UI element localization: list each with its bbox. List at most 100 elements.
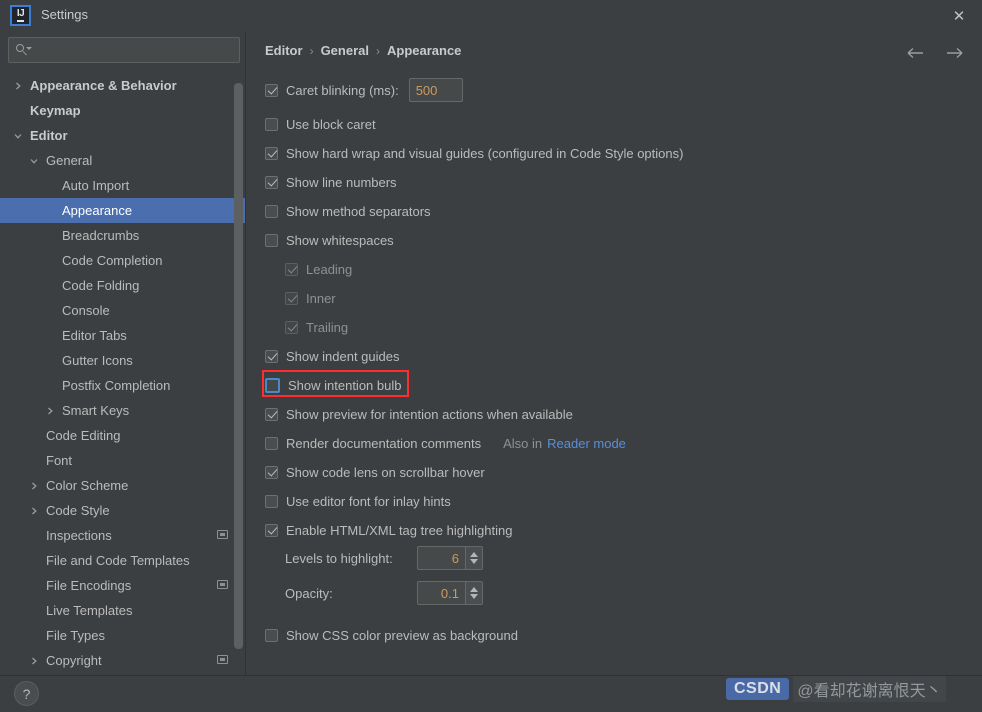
option-enable-html-xml-tag-tree-highlighting[interactable]: Enable HTML/XML tag tree highlighting xyxy=(265,519,512,541)
spinner-levels-to-highlight[interactable] xyxy=(417,546,483,570)
sidebar-item-code-style[interactable]: Code Style xyxy=(0,498,245,523)
sidebar-item-breadcrumbs[interactable]: Breadcrumbs xyxy=(0,223,245,248)
checkbox-caret-blinking-ms[interactable] xyxy=(265,83,278,97)
sidebar-item-appearance[interactable]: Appearance xyxy=(0,198,245,223)
checkbox-show-method-separators[interactable] xyxy=(265,204,278,218)
option-show-preview-for-intention-actions-when-available[interactable]: Show preview for intention actions when … xyxy=(265,403,573,425)
spinner-input-opacity[interactable] xyxy=(418,582,465,604)
sidebar-item-keymap[interactable]: Keymap xyxy=(0,98,245,123)
option-label: Use block caret xyxy=(286,116,376,132)
sidebar-scrollbar-thumb[interactable] xyxy=(234,83,243,649)
spinner-opacity[interactable] xyxy=(417,581,483,605)
checkbox-leading[interactable] xyxy=(285,262,298,276)
spinner-down-icon[interactable] xyxy=(470,559,478,564)
option-show-indent-guides[interactable]: Show indent guides xyxy=(265,345,399,367)
option-opacity[interactable]: Opacity: xyxy=(285,581,483,605)
sidebar-item-font[interactable]: Font xyxy=(0,448,245,473)
checkbox-inner[interactable] xyxy=(285,291,298,305)
option-label: Show preview for intention actions when … xyxy=(286,406,573,422)
sidebar-item-appearance-behavior[interactable]: Appearance & Behavior xyxy=(0,73,245,98)
arrow-right-icon[interactable] xyxy=(944,43,964,63)
checkbox-show-whitespaces[interactable] xyxy=(265,233,278,247)
checkbox-show-intention-bulb[interactable] xyxy=(265,377,280,393)
help-button[interactable]: ? xyxy=(14,681,39,706)
sidebar-item-file-types[interactable]: File Types xyxy=(0,623,245,648)
option-inner[interactable]: Inner xyxy=(285,287,336,309)
sidebar-item-postfix-completion[interactable]: Postfix Completion xyxy=(0,373,245,398)
sidebar-item-code-completion[interactable]: Code Completion xyxy=(0,248,245,273)
breadcrumb-item[interactable]: Editor xyxy=(265,43,303,58)
option-label: Inner xyxy=(306,290,336,306)
checkbox-use-editor-font-for-inlay-hints[interactable] xyxy=(265,494,278,508)
sidebar-item-label: Code Style xyxy=(46,503,110,518)
sidebar-item-editor-tabs[interactable]: Editor Tabs xyxy=(0,323,245,348)
option-show-css-color-preview-as-background[interactable]: Show CSS color preview as background xyxy=(265,624,518,646)
spinner-up-icon[interactable] xyxy=(470,587,478,592)
sidebar-item-copyright[interactable]: Copyright xyxy=(0,648,245,673)
sidebar-item-file-and-code-templates[interactable]: File and Code Templates xyxy=(0,548,245,573)
checkbox-render-documentation-comments[interactable] xyxy=(265,436,278,450)
sidebar-item-code-folding[interactable]: Code Folding xyxy=(0,273,245,298)
sidebar-item-auto-import[interactable]: Auto Import xyxy=(0,173,245,198)
sidebar-item-general[interactable]: General xyxy=(0,148,245,173)
option-show-whitespaces[interactable]: Show whitespaces xyxy=(265,229,394,251)
spinner-buttons[interactable] xyxy=(465,582,482,604)
option-show-line-numbers[interactable]: Show line numbers xyxy=(265,171,397,193)
sidebar-item-label: General xyxy=(46,153,93,168)
option-show-hard-wrap-and-visual-guides-configured-in-code-style-options[interactable]: Show hard wrap and visual guides (config… xyxy=(265,142,683,164)
chevron-down-icon[interactable] xyxy=(12,130,24,142)
sidebar-item-gutter-icons[interactable]: Gutter Icons xyxy=(0,348,245,373)
option-leading[interactable]: Leading xyxy=(285,258,352,280)
checkbox-show-line-numbers[interactable] xyxy=(265,175,278,189)
sidebar-item-smart-keys[interactable]: Smart Keys xyxy=(0,398,245,423)
search-input[interactable] xyxy=(30,43,239,57)
spinner-down-icon[interactable] xyxy=(470,594,478,599)
sidebar-item-inspections[interactable]: Inspections xyxy=(0,523,245,548)
checkbox-show-css-color-preview-as-background[interactable] xyxy=(265,628,278,642)
checkbox-show-indent-guides[interactable] xyxy=(265,349,278,363)
sidebar-item-live-templates[interactable]: Live Templates xyxy=(0,598,245,623)
breadcrumb-item[interactable]: General xyxy=(321,43,369,58)
option-trailing[interactable]: Trailing xyxy=(285,316,348,338)
sidebar-item-console[interactable]: Console xyxy=(0,298,245,323)
arrow-left-icon[interactable] xyxy=(906,43,926,63)
option-levels-to-highlight[interactable]: Levels to highlight: xyxy=(285,546,483,570)
spinner-up-icon[interactable] xyxy=(470,552,478,557)
option-show-method-separators[interactable]: Show method separators xyxy=(265,200,431,222)
sidebar-item-editor[interactable]: Editor xyxy=(0,123,245,148)
sidebar-item-code-editing[interactable]: Code Editing xyxy=(0,423,245,448)
chevron-right-icon[interactable] xyxy=(12,80,24,92)
search-box[interactable] xyxy=(8,37,240,63)
option-label: Show hard wrap and visual guides (config… xyxy=(286,145,684,161)
option-show-code-lens-on-scrollbar-hover[interactable]: Show code lens on scrollbar hover xyxy=(265,461,485,483)
checkbox-show-code-lens-on-scrollbar-hover[interactable] xyxy=(265,465,278,479)
chevron-right-icon[interactable] xyxy=(28,655,40,667)
chevron-down-icon[interactable] xyxy=(28,155,40,167)
watermark-text: @看却花谢离恨天丶 xyxy=(793,676,945,702)
checkbox-enable-html-xml-tag-tree-highlighting[interactable] xyxy=(265,523,278,537)
checkbox-show-preview-for-intention-actions-when-available[interactable] xyxy=(265,407,278,421)
option-show-intention-bulb[interactable]: Show intention bulb xyxy=(265,374,401,396)
option-label: Show method separators xyxy=(286,203,431,219)
option-use-block-caret[interactable]: Use block caret xyxy=(265,113,376,135)
chevron-right-icon[interactable] xyxy=(44,405,56,417)
close-icon[interactable]: ✕ xyxy=(950,7,968,25)
option-caret-blinking-ms[interactable]: Caret blinking (ms): xyxy=(265,78,463,102)
sidebar-item-label: File Types xyxy=(46,628,106,643)
sidebar-item-color-scheme[interactable]: Color Scheme xyxy=(0,473,245,498)
settings-tree: Appearance & Behavior Keymap Editor General… xyxy=(0,73,245,675)
checkbox-trailing[interactable] xyxy=(285,320,298,334)
reader-mode-link[interactable]: Reader mode xyxy=(547,436,626,451)
sidebar-item-file-encodings[interactable]: File Encodings xyxy=(0,573,245,598)
breadcrumb-item[interactable]: Appearance xyxy=(387,43,461,58)
option-use-editor-font-for-inlay-hints[interactable]: Use editor font for inlay hints xyxy=(265,490,451,512)
checkbox-use-block-caret[interactable] xyxy=(265,117,278,131)
input-caret-blinking-ms[interactable] xyxy=(408,78,463,102)
chevron-right-icon[interactable] xyxy=(28,505,40,517)
option-label: Render documentation comments xyxy=(286,435,482,451)
spinner-buttons[interactable] xyxy=(465,547,482,569)
spinner-input-levels-to-highlight[interactable] xyxy=(418,547,465,569)
option-render-documentation-comments[interactable]: Render documentation comments Also in Read… xyxy=(265,432,626,454)
chevron-right-icon[interactable] xyxy=(28,480,40,492)
checkbox-show-hard-wrap-and-visual-guides-configured-in-code-style-options[interactable] xyxy=(265,146,278,160)
